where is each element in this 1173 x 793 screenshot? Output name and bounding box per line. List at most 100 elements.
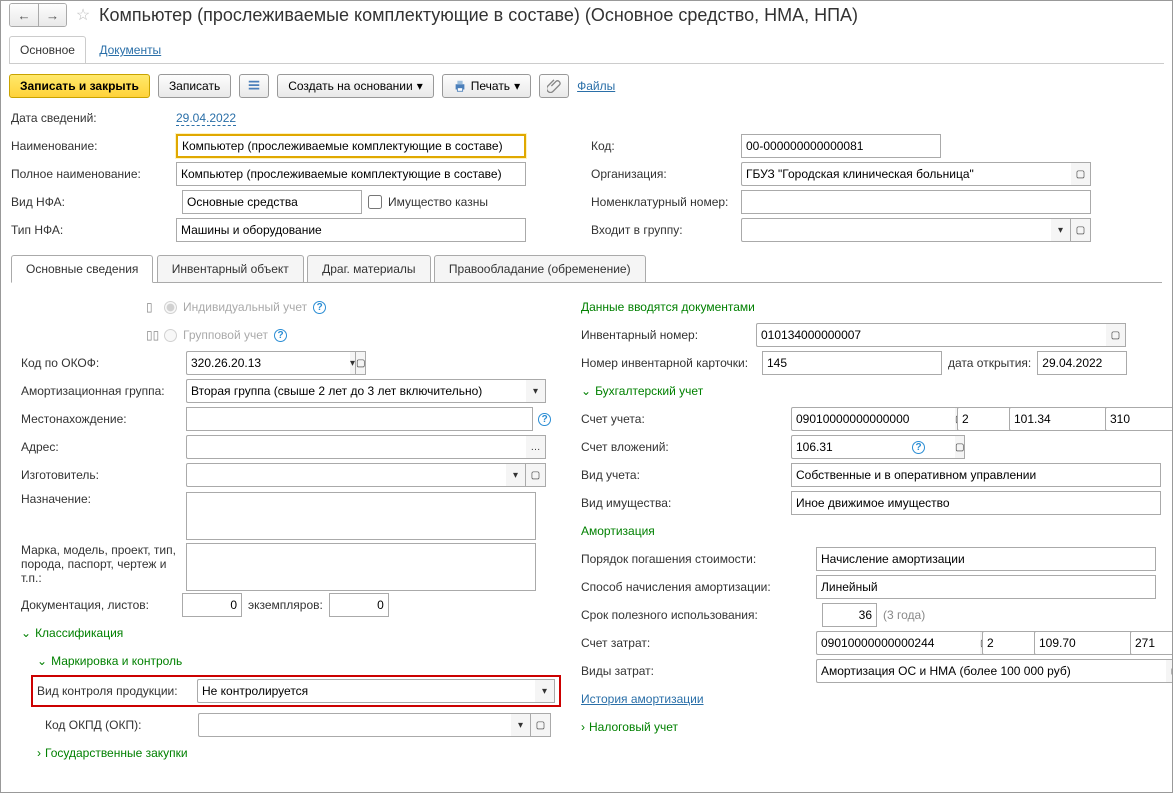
tab-inventory-obj[interactable]: Инвентарный объект <box>157 255 304 283</box>
gov-head[interactable]: ›Государственные закупки <box>37 746 188 760</box>
okof-open[interactable]: ▢ <box>356 351 366 375</box>
date-value[interactable]: 29.04.2022 <box>176 111 236 126</box>
forward-button[interactable]: → <box>38 4 66 26</box>
copies-label: экземпляров: <box>248 598 323 612</box>
page-title: Компьютер (прослеживаемые комплектующие … <box>99 5 858 26</box>
acct-1[interactable] <box>791 407 955 431</box>
individual-radio <box>164 301 177 314</box>
address-input[interactable] <box>186 435 526 459</box>
useful-input[interactable] <box>822 603 877 627</box>
code-input[interactable] <box>741 134 941 158</box>
controltype-label: Вид контроля продукции: <box>37 684 197 698</box>
amort-history-link[interactable]: История амортизации <box>581 692 704 706</box>
tab-docs[interactable]: Документы <box>89 37 171 63</box>
save-close-button[interactable]: Записать и закрыть <box>9 74 150 98</box>
docs-input[interactable] <box>182 593 242 617</box>
group-input[interactable] <box>741 218 1051 242</box>
manufacturer-dd[interactable]: ▾ <box>506 463 526 487</box>
list-button[interactable] <box>239 74 269 98</box>
manufacturer-label: Изготовитель: <box>21 468 186 482</box>
help-individual[interactable]: ? <box>313 301 326 314</box>
print-button[interactable]: Печать ▾ <box>442 74 531 98</box>
accttype-input[interactable] <box>791 463 1161 487</box>
tax-head[interactable]: ›Налоговый учет <box>581 720 678 734</box>
costtype-input[interactable] <box>816 659 1166 683</box>
tab-main[interactable]: Основное <box>9 36 86 64</box>
paperclip-icon <box>547 79 561 93</box>
nfatype2-label: Тип НФА: <box>11 223 176 237</box>
group-open-button[interactable]: ▢ <box>1071 218 1091 242</box>
cardno-label: Номер инвентарной карточки: <box>581 356 756 370</box>
repay-label: Порядок погашения стоимости: <box>581 552 816 566</box>
location-input[interactable] <box>186 407 533 431</box>
save-button[interactable]: Записать <box>158 74 231 98</box>
fullname-input[interactable] <box>176 162 526 186</box>
tab-precious[interactable]: Драг. материалы <box>307 255 430 283</box>
purpose-input[interactable] <box>186 492 536 540</box>
controltype-dd[interactable]: ▾ <box>535 679 555 703</box>
help-invest[interactable]: ? <box>912 441 925 454</box>
tab-rights[interactable]: Правообладание (обременение) <box>434 255 646 283</box>
nfatype-label: Вид НФА: <box>11 195 176 209</box>
proptype-input[interactable] <box>791 491 1161 515</box>
costtype-open[interactable]: ▢ <box>1166 659 1173 683</box>
classification-head[interactable]: ⌄Классификация <box>21 626 123 640</box>
method-label: Способ начисления амортизации: <box>581 580 816 594</box>
amortgroup-input[interactable] <box>186 379 526 403</box>
okpd-open[interactable]: ▢ <box>531 713 551 737</box>
manufacturer-input[interactable] <box>186 463 506 487</box>
help-location[interactable]: ? <box>538 413 551 426</box>
back-button[interactable]: ← <box>10 4 38 26</box>
costacct-1[interactable] <box>816 631 980 655</box>
nom-input[interactable] <box>741 190 1091 214</box>
costacct-4[interactable] <box>1130 631 1173 655</box>
acct-4[interactable] <box>1105 407 1173 431</box>
card-icon: ▯ <box>146 300 164 314</box>
create-based-button[interactable]: Создать на основании ▾ <box>277 74 434 98</box>
opendate-input[interactable] <box>1037 351 1127 375</box>
controltype-input[interactable] <box>197 679 535 703</box>
costtype-label: Виды затрат: <box>581 664 816 678</box>
buh-head[interactable]: ⌄Бухгалтерский учет <box>581 384 703 398</box>
okpd-input[interactable] <box>198 713 511 737</box>
group-radio <box>164 329 177 342</box>
marking-head[interactable]: ⌄Маркировка и контроль <box>37 654 182 668</box>
copies-input[interactable] <box>329 593 389 617</box>
costacct-label: Счет затрат: <box>581 636 816 650</box>
model-input[interactable] <box>186 543 536 591</box>
invno-label: Инвентарный номер: <box>581 328 756 342</box>
date-label: Дата сведений: <box>11 111 176 125</box>
org-label: Организация: <box>591 167 741 181</box>
amortgroup-dd[interactable]: ▾ <box>526 379 546 403</box>
treasury-checkbox[interactable] <box>368 195 382 209</box>
okof-input[interactable] <box>186 351 350 375</box>
acct-label: Счет учета: <box>581 412 791 426</box>
manufacturer-open[interactable]: ▢ <box>526 463 546 487</box>
org-input[interactable] <box>741 162 1071 186</box>
invno-open[interactable]: ▢ <box>1106 323 1126 347</box>
favorite-icon[interactable]: ☆ <box>73 5 93 25</box>
individual-label: Индивидуальный учет <box>183 300 307 314</box>
name-input[interactable] <box>176 134 526 158</box>
group-dd-button[interactable]: ▾ <box>1051 218 1071 242</box>
attach-button[interactable] <box>539 74 569 98</box>
groupacc-label: Групповой учет <box>183 328 268 342</box>
docs-label: Документация, листов: <box>21 598 176 612</box>
invest-input[interactable] <box>791 435 955 459</box>
useful-years: (3 года) <box>883 608 925 622</box>
print-icon <box>453 79 467 93</box>
nom-label: Номенклатурный номер: <box>591 195 741 209</box>
tab-basic-info[interactable]: Основные сведения <box>11 255 153 283</box>
address-open[interactable]: … <box>526 435 546 459</box>
repay-input[interactable] <box>816 547 1156 571</box>
invno-input[interactable] <box>756 323 1106 347</box>
files-link[interactable]: Файлы <box>577 79 615 93</box>
okpd-dd[interactable]: ▾ <box>511 713 531 737</box>
org-open-button[interactable]: ▢ <box>1071 162 1091 186</box>
cardno-input[interactable] <box>762 351 942 375</box>
help-group[interactable]: ? <box>274 329 287 342</box>
nfatype-input[interactable] <box>182 190 362 214</box>
method-input[interactable] <box>816 575 1156 599</box>
nfatype2-input[interactable] <box>176 218 526 242</box>
accttype-label: Вид учета: <box>581 468 791 482</box>
